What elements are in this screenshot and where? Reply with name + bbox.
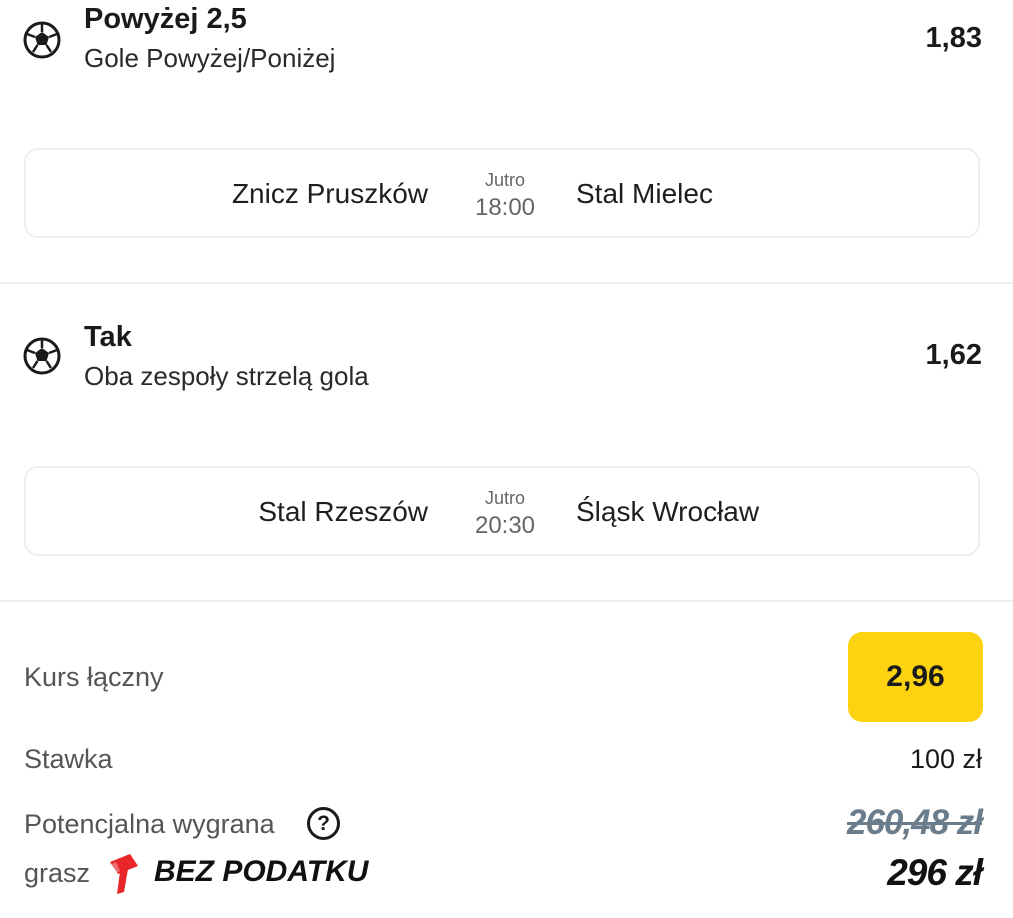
- help-icon[interactable]: ?: [307, 807, 340, 840]
- home-team: Znicz Pruszków: [231, 178, 428, 209]
- away-team: Stal Mielec: [576, 178, 713, 209]
- promo-prefix: grasz: [24, 858, 91, 888]
- bet-pick: Tak: [84, 321, 132, 353]
- bet-pick: Powyżej 2,5: [84, 3, 247, 35]
- bet-odd: 1,62: [925, 339, 982, 371]
- match-card[interactable]: Znicz Pruszków Jutro 18:00 Stal Mielec: [24, 148, 980, 238]
- match-card[interactable]: Stal Rzeszów Jutro 20:30 Śląsk Wrocław: [24, 466, 980, 556]
- home-team: Stal Rzeszów: [258, 496, 428, 527]
- bet-market: Gole Powyżej/Poniżej: [84, 43, 336, 73]
- hammer-icon: [110, 854, 138, 894]
- away-team: Śląsk Wrocław: [576, 496, 760, 527]
- old-potential-win: 260,48 zł: [847, 803, 983, 842]
- new-potential-win: 296 zł: [887, 852, 983, 893]
- divider: [0, 600, 1013, 602]
- soccer-ball-icon: [23, 337, 61, 375]
- bet-odd: 1,83: [925, 22, 982, 54]
- match-time: 18:00: [474, 194, 536, 221]
- stake-label: Stawka: [24, 744, 113, 774]
- stake-value[interactable]: 100 zł: [910, 744, 982, 775]
- soccer-ball-icon: [23, 21, 61, 59]
- total-odds-badge: 2,96: [848, 632, 983, 722]
- potential-win-label: Potencjalna wygrana: [24, 809, 275, 839]
- match-day: Jutro: [484, 170, 526, 190]
- divider: [0, 282, 1013, 284]
- promo-text: BEZ PODATKU: [154, 855, 369, 888]
- bet-market: Oba zespoły strzelą gola: [84, 361, 369, 391]
- match-time: 20:30: [474, 512, 536, 539]
- match-day: Jutro: [484, 488, 526, 508]
- total-odds-label: Kurs łączny: [24, 662, 164, 692]
